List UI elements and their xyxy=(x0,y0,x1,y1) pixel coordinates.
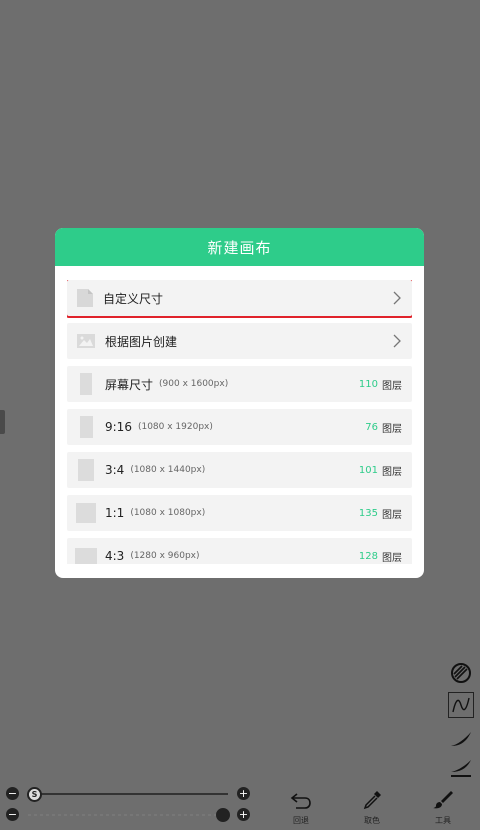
tools-button[interactable]: 工具 xyxy=(423,790,463,826)
preset-dimensions: (900 x 1600px) xyxy=(159,379,229,389)
blank-page-icon xyxy=(77,289,93,307)
plus-icon[interactable]: + xyxy=(237,787,250,800)
custom-size-option[interactable]: 自定义尺寸 xyxy=(67,280,412,318)
preset-screen-size[interactable]: 屏幕尺寸 (900 x 1600px) 110 图层 xyxy=(67,366,412,402)
tools-label: 工具 xyxy=(435,816,451,825)
new-canvas-dialog: 新建画布 自定义尺寸 根据图片创建 屏幕尺寸 (900 x 1600px) 11… xyxy=(55,228,424,578)
aspect-thumbnail xyxy=(80,373,92,395)
preset-dimensions: (1280 x 960px) xyxy=(130,551,200,561)
preset-dimensions: (1080 x 1920px) xyxy=(137,422,213,432)
layer-unit: 图层 xyxy=(382,552,402,564)
aspect-thumbnail xyxy=(78,459,94,481)
hatch-circle-icon xyxy=(451,663,471,683)
brush-underline-icon xyxy=(451,760,471,777)
preset-4-3[interactable]: 4:3 (1280 x 960px) 128 图层 xyxy=(67,538,412,564)
preset-label: 1:1 xyxy=(105,506,125,520)
layer-count: 128 xyxy=(358,550,378,562)
dialog-title: 新建画布 xyxy=(55,228,424,266)
color-picker-button[interactable]: 取色 xyxy=(352,790,392,826)
chevron-right-icon xyxy=(393,334,401,348)
aspect-thumbnail xyxy=(75,548,97,564)
layer-unit: 图层 xyxy=(382,423,402,435)
layer-count: 101 xyxy=(358,464,378,476)
aspect-thumbnail xyxy=(80,416,93,438)
plus-icon[interactable]: + xyxy=(237,808,250,821)
preset-3-4[interactable]: 3:4 (1080 x 1440px) 101 图层 xyxy=(67,452,412,488)
preset-1-1[interactable]: 1:1 (1080 x 1080px) 135 图层 xyxy=(67,495,412,531)
eyedropper-icon xyxy=(363,791,381,810)
minus-icon[interactable]: − xyxy=(6,787,19,800)
color-picker-label: 取色 xyxy=(364,816,380,825)
layer-count: 135 xyxy=(358,507,378,519)
image-icon xyxy=(77,334,95,348)
side-panel-handle[interactable] xyxy=(0,410,5,434)
slider-track[interactable] xyxy=(28,814,228,816)
size-knob-letter: S xyxy=(31,790,38,799)
chevron-right-icon xyxy=(393,291,401,305)
minus-icon[interactable]: − xyxy=(6,808,19,821)
custom-size-label: 自定义尺寸 xyxy=(103,291,164,306)
curve-icon xyxy=(452,697,470,713)
layer-unit: 图层 xyxy=(382,380,402,392)
from-image-label: 根据图片创建 xyxy=(105,334,178,349)
preset-label: 4:3 xyxy=(105,549,125,563)
size-knob[interactable]: S xyxy=(27,787,42,802)
brush-opacity-slider[interactable]: − + xyxy=(6,807,250,823)
preset-label: 9:16 xyxy=(105,420,132,434)
from-image-option[interactable]: 根据图片创建 xyxy=(67,323,412,359)
preset-9-16[interactable]: 9:16 (1080 x 1920px) 76 图层 xyxy=(67,409,412,445)
preset-label: 3:4 xyxy=(105,463,125,477)
aspect-thumbnail xyxy=(76,503,96,523)
preset-dimensions: (1080 x 1080px) xyxy=(130,508,206,518)
layer-unit: 图层 xyxy=(382,466,402,478)
opacity-knob[interactable] xyxy=(216,808,230,822)
preset-label: 屏幕尺寸 xyxy=(105,377,154,392)
canvas-option-list[interactable]: 自定义尺寸 根据图片创建 屏幕尺寸 (900 x 1600px) 110 图层 … xyxy=(67,280,412,564)
brush-size-slider[interactable]: − S + xyxy=(6,786,250,802)
undo-label: 回退 xyxy=(293,816,309,825)
eraser-shape-button[interactable] xyxy=(448,756,474,782)
brush-icon xyxy=(433,791,453,809)
stroke-curve-button[interactable] xyxy=(448,692,474,718)
layer-unit: 图层 xyxy=(382,509,402,521)
undo-arrow-icon xyxy=(290,793,311,809)
preset-dimensions: (1080 x 1440px) xyxy=(130,465,206,475)
texture-tool-button[interactable] xyxy=(448,660,474,686)
slider-track[interactable] xyxy=(28,793,228,795)
layer-count: 76 xyxy=(365,421,378,433)
undo-button[interactable]: 回退 xyxy=(281,792,321,826)
brush-shape-button[interactable] xyxy=(448,726,474,752)
brush-stroke-icon xyxy=(451,732,471,746)
layer-count: 110 xyxy=(358,378,378,390)
